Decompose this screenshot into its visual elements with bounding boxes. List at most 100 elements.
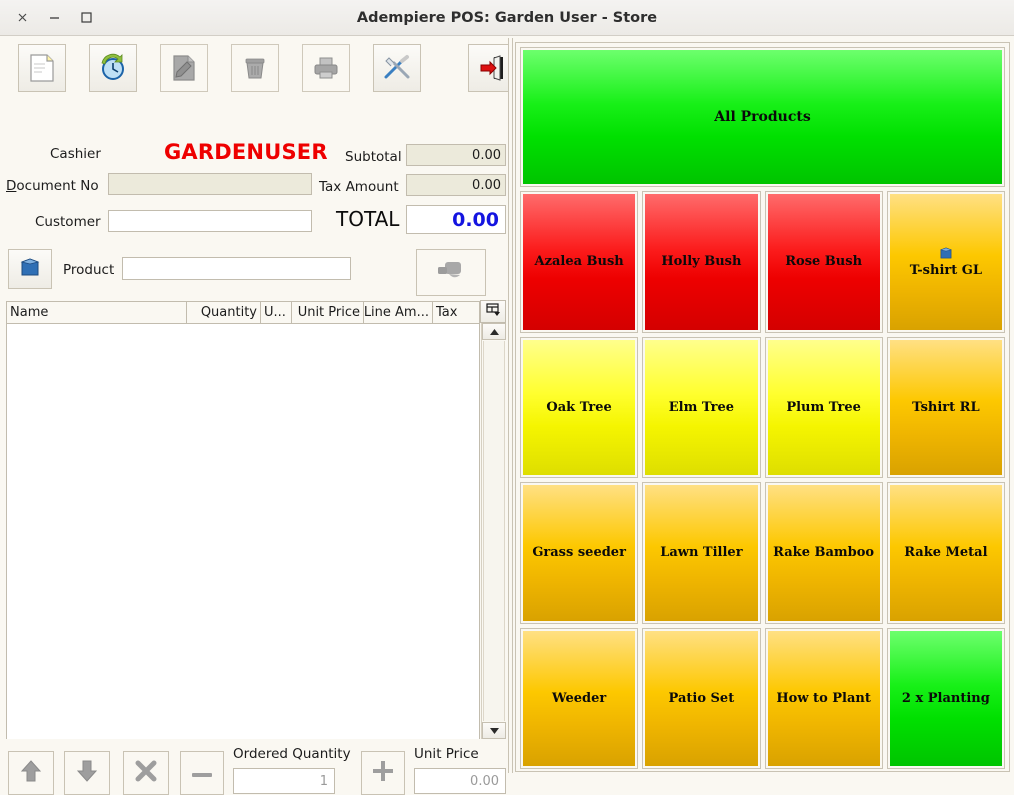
history-button[interactable] xyxy=(88,44,137,92)
product-tile-label: Holly Bush xyxy=(661,254,742,270)
total-label: TOTAL xyxy=(336,207,400,231)
product-label: Product xyxy=(63,262,115,278)
edit-record-button[interactable] xyxy=(159,44,208,92)
product-input[interactable] xyxy=(122,257,351,280)
preferences-button[interactable] xyxy=(372,44,421,92)
product-tile-inner: Rake Metal xyxy=(889,485,1002,621)
product-tile-inner: Oak Tree xyxy=(523,339,636,475)
product-tile-label: Azalea Bush xyxy=(534,254,624,270)
table-column-header[interactable]: Tax xyxy=(433,302,475,323)
toolbar-slot-new xyxy=(6,44,77,92)
total-value: 0.00 xyxy=(406,205,506,234)
minimize-icon[interactable] xyxy=(38,5,70,31)
table-vertical-scrollbar[interactable] xyxy=(481,323,506,739)
product-tile[interactable]: Oak Tree xyxy=(520,336,639,478)
scroll-up-arrow-icon[interactable] xyxy=(482,323,506,340)
toolbar-slot-history xyxy=(77,44,148,92)
ordered-quantity-field[interactable]: 1 xyxy=(233,768,335,794)
window-title: Adempiere POS: Garden User - Store xyxy=(356,10,658,26)
clock-refresh-icon xyxy=(98,53,128,83)
product-tile[interactable]: 2 x Planting xyxy=(886,627,1005,769)
ordered-quantity-label: Ordered Quantity xyxy=(233,746,351,762)
product-tile[interactable]: Tshirt RL xyxy=(886,336,1005,478)
product-tile[interactable]: Rose Bush xyxy=(764,191,883,333)
column-chooser-button[interactable] xyxy=(480,300,506,323)
product-tile[interactable]: T-shirt GL xyxy=(886,191,1005,333)
arrow-down-icon xyxy=(76,760,98,786)
product-lookup-button[interactable] xyxy=(8,249,52,289)
product-tile-inner: Holly Bush xyxy=(645,194,758,330)
product-tile-label: 2 x Planting xyxy=(901,690,990,706)
product-tile[interactable]: Azalea Bush xyxy=(520,191,639,333)
product-tile-label: Grass seeder xyxy=(532,545,626,561)
payment-button[interactable] xyxy=(416,249,486,296)
product-tile[interactable]: Weeder xyxy=(520,627,639,769)
table-column-header[interactable]: Unit Price xyxy=(292,302,364,323)
product-tile[interactable]: Rake Bamboo xyxy=(764,482,883,624)
product-tile[interactable]: Plum Tree xyxy=(764,336,883,478)
product-tile-label: T-shirt GL xyxy=(909,262,982,278)
maximize-icon[interactable] xyxy=(70,5,102,31)
customer-label: Customer xyxy=(35,214,101,230)
table-column-header[interactable]: Name xyxy=(7,302,187,323)
product-tile-inner: Patio Set xyxy=(645,630,758,766)
product-tile-label: Elm Tree xyxy=(668,399,734,415)
table-column-header[interactable]: U... xyxy=(261,302,292,323)
product-tile-label: Oak Tree xyxy=(546,399,612,415)
product-tile[interactable]: Patio Set xyxy=(642,627,761,769)
toolbar-slot-print xyxy=(290,44,361,92)
edit-note-icon xyxy=(171,54,197,82)
product-tile[interactable]: Rake Metal xyxy=(886,482,1005,624)
new-record-button[interactable] xyxy=(17,44,66,92)
delete-line-button[interactable] xyxy=(123,751,169,795)
product-tile-inner: Grass seeder xyxy=(523,485,636,621)
product-tile-inner: Weeder xyxy=(523,630,636,766)
cash-payment-icon xyxy=(434,258,468,288)
print-button[interactable] xyxy=(301,44,350,92)
all-products-button[interactable]: All Products xyxy=(520,47,1005,187)
scrollbar-track[interactable] xyxy=(483,341,505,721)
product-tile-inner: How to Plant xyxy=(767,630,880,766)
product-tile-label: Tshirt RL xyxy=(912,399,980,415)
document-no-field[interactable] xyxy=(108,173,312,195)
product-tile[interactable]: Grass seeder xyxy=(520,482,639,624)
scroll-down-arrow-icon[interactable] xyxy=(482,722,506,739)
product-tile-inner: Azalea Bush xyxy=(523,194,636,330)
product-tile-grid: Azalea Bush Holly Bush Rose Bush T-shirt GL… xyxy=(520,191,1005,769)
table-body[interactable] xyxy=(7,324,479,739)
product-tile-inner: Rake Bamboo xyxy=(767,485,880,621)
table-column-header[interactable]: Quantity xyxy=(187,302,261,323)
increase-quantity-button[interactable] xyxy=(361,751,405,795)
unit-price-label: Unit Price xyxy=(414,746,479,762)
move-line-up-button[interactable] xyxy=(8,751,54,795)
product-tile-inner: 2 x Planting xyxy=(889,630,1002,766)
product-tile[interactable]: How to Plant xyxy=(764,627,883,769)
decrease-quantity-button[interactable] xyxy=(180,751,224,795)
product-tile-label: Rose Bush xyxy=(785,254,863,270)
exit-door-icon xyxy=(478,54,506,82)
close-icon[interactable] xyxy=(6,5,38,31)
blue-box-icon xyxy=(19,256,41,282)
delete-record-button[interactable] xyxy=(230,44,279,92)
customer-field[interactable] xyxy=(108,210,312,232)
product-tile[interactable]: Elm Tree xyxy=(642,336,761,478)
unit-price-field[interactable]: 0.00 xyxy=(414,768,506,794)
product-tile-label: Rake Metal xyxy=(904,545,988,561)
trash-icon xyxy=(241,54,269,82)
product-tile-inner: Lawn Tiller xyxy=(645,485,758,621)
product-tile[interactable]: Holly Bush xyxy=(642,191,761,333)
plus-icon xyxy=(373,761,393,785)
toolbar-slot-preferences xyxy=(361,44,432,92)
table-column-header[interactable]: Line Am... xyxy=(364,302,433,323)
product-tile[interactable]: Lawn Tiller xyxy=(642,482,761,624)
new-document-icon xyxy=(29,54,55,82)
toolbar-slot-edit xyxy=(148,44,219,92)
all-products-label: All Products xyxy=(523,50,1002,184)
product-tile-inner: Tshirt RL xyxy=(889,339,1002,475)
window-controls xyxy=(0,5,102,31)
tax-amount-field xyxy=(406,174,506,196)
pos-order-panel: Cashier GARDENUSER Document No Customer … xyxy=(0,36,516,795)
toolbar xyxy=(6,44,516,92)
x-cross-icon xyxy=(135,760,157,786)
move-line-down-button[interactable] xyxy=(64,751,110,795)
